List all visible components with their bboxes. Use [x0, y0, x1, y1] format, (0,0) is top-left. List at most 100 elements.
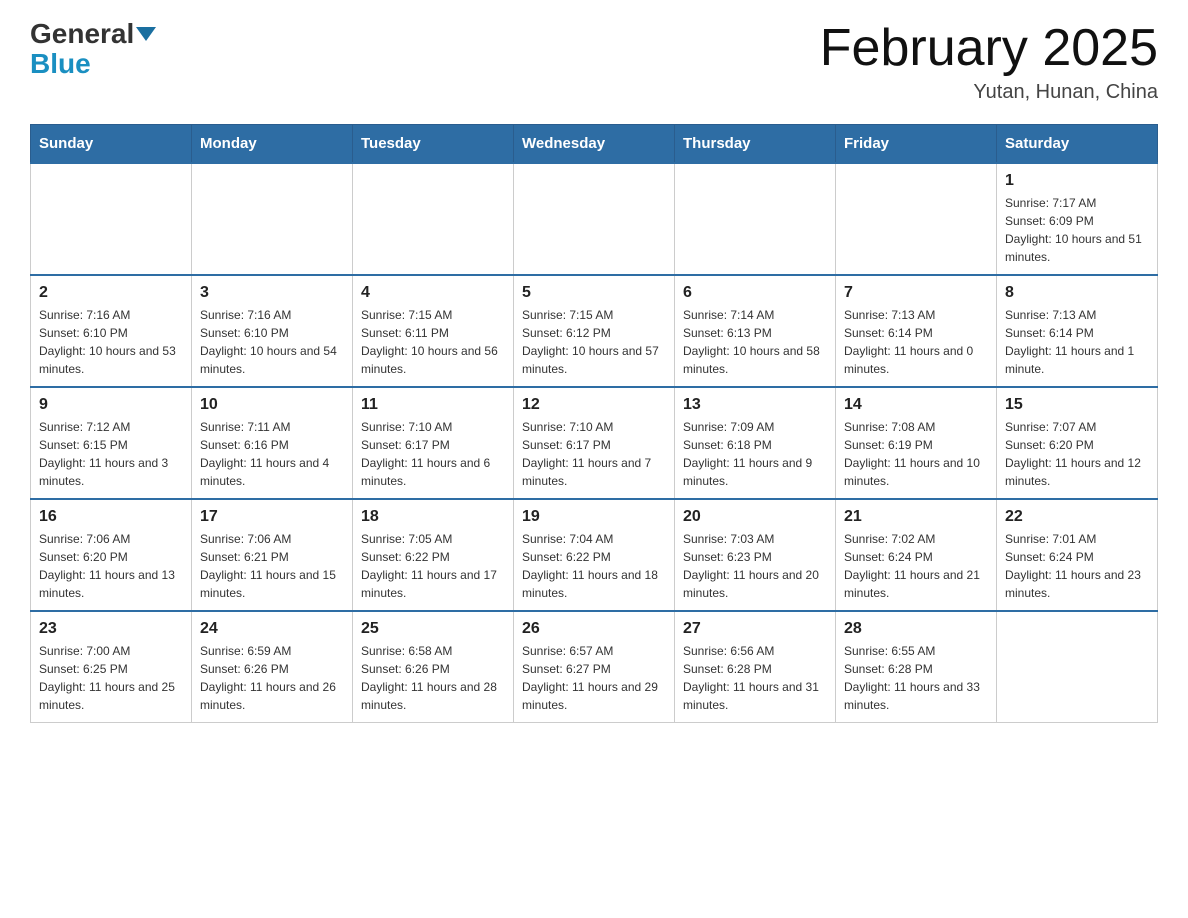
day-info: Sunrise: 7:12 AMSunset: 6:15 PMDaylight:…: [39, 418, 183, 490]
day-info: Sunrise: 6:57 AMSunset: 6:27 PMDaylight:…: [522, 642, 666, 714]
day-number: 14: [844, 396, 988, 414]
calendar-cell: 28 Sunrise: 6:55 AMSunset: 6:28 PMDayligh…: [836, 611, 997, 723]
day-number: 12: [522, 396, 666, 414]
logo-arrow-icon: [136, 27, 156, 41]
calendar-title: February 2025: [820, 20, 1158, 77]
calendar-cell: 16 Sunrise: 7:06 AMSunset: 6:20 PMDayligh…: [31, 499, 192, 611]
day-number: 3: [200, 284, 344, 302]
day-info: Sunrise: 7:10 AMSunset: 6:17 PMDaylight:…: [361, 418, 505, 490]
day-info: Sunrise: 6:55 AMSunset: 6:28 PMDaylight:…: [844, 642, 988, 714]
day-number: 25: [361, 620, 505, 638]
calendar-cell: 10 Sunrise: 7:11 AMSunset: 6:16 PMDayligh…: [192, 387, 353, 499]
day-number: 18: [361, 508, 505, 526]
day-info: Sunrise: 7:09 AMSunset: 6:18 PMDaylight:…: [683, 418, 827, 490]
day-info: Sunrise: 7:07 AMSunset: 6:20 PMDaylight:…: [1005, 418, 1149, 490]
day-info: Sunrise: 7:15 AMSunset: 6:12 PMDaylight:…: [522, 306, 666, 378]
calendar-cell: 14 Sunrise: 7:08 AMSunset: 6:19 PMDayligh…: [836, 387, 997, 499]
calendar-cell: 12 Sunrise: 7:10 AMSunset: 6:17 PMDayligh…: [514, 387, 675, 499]
calendar-cell: [192, 163, 353, 275]
day-info: Sunrise: 6:56 AMSunset: 6:28 PMDaylight:…: [683, 642, 827, 714]
calendar-cell: 19 Sunrise: 7:04 AMSunset: 6:22 PMDayligh…: [514, 499, 675, 611]
calendar-week-row: 9 Sunrise: 7:12 AMSunset: 6:15 PMDaylight…: [31, 387, 1158, 499]
day-number: 2: [39, 284, 183, 302]
day-info: Sunrise: 7:01 AMSunset: 6:24 PMDaylight:…: [1005, 530, 1149, 602]
day-number: 11: [361, 396, 505, 414]
calendar-cell: 22 Sunrise: 7:01 AMSunset: 6:24 PMDayligh…: [997, 499, 1158, 611]
day-number: 27: [683, 620, 827, 638]
calendar-cell: 24 Sunrise: 6:59 AMSunset: 6:26 PMDayligh…: [192, 611, 353, 723]
calendar-cell: 13 Sunrise: 7:09 AMSunset: 6:18 PMDayligh…: [675, 387, 836, 499]
calendar-table: SundayMondayTuesdayWednesdayThursdayFrid…: [30, 124, 1158, 723]
calendar-cell: 21Sunrise: 7:02 AMSunset: 6:24 PMDayligh…: [836, 499, 997, 611]
title-section: February 2025 Yutan, Hunan, China: [820, 20, 1158, 104]
column-header-sunday: Sunday: [31, 125, 192, 164]
day-info: Sunrise: 6:58 AMSunset: 6:26 PMDaylight:…: [361, 642, 505, 714]
day-number: 5: [522, 284, 666, 302]
calendar-cell: 11 Sunrise: 7:10 AMSunset: 6:17 PMDayligh…: [353, 387, 514, 499]
column-header-friday: Friday: [836, 125, 997, 164]
day-number: 24: [200, 620, 344, 638]
calendar-week-row: 2 Sunrise: 7:16 AMSunset: 6:10 PMDaylight…: [31, 275, 1158, 387]
day-number: 28: [844, 620, 988, 638]
column-header-monday: Monday: [192, 125, 353, 164]
day-number: 16: [39, 508, 183, 526]
day-number: 15: [1005, 396, 1149, 414]
calendar-cell: [514, 163, 675, 275]
calendar-cell: 23 Sunrise: 7:00 AMSunset: 6:25 PMDayligh…: [31, 611, 192, 723]
calendar-subtitle: Yutan, Hunan, China: [820, 81, 1158, 104]
column-header-wednesday: Wednesday: [514, 125, 675, 164]
day-info: Sunrise: 7:13 AMSunset: 6:14 PMDaylight:…: [844, 306, 988, 378]
calendar-cell: 2 Sunrise: 7:16 AMSunset: 6:10 PMDaylight…: [31, 275, 192, 387]
day-number: 23: [39, 620, 183, 638]
calendar-cell: [31, 163, 192, 275]
column-header-tuesday: Tuesday: [353, 125, 514, 164]
day-info: Sunrise: 7:17 AMSunset: 6:09 PMDaylight:…: [1005, 194, 1149, 266]
calendar-cell: 17 Sunrise: 7:06 AMSunset: 6:21 PMDayligh…: [192, 499, 353, 611]
calendar-cell: 25 Sunrise: 6:58 AMSunset: 6:26 PMDayligh…: [353, 611, 514, 723]
calendar-week-row: 23 Sunrise: 7:00 AMSunset: 6:25 PMDayligh…: [31, 611, 1158, 723]
day-info: Sunrise: 7:00 AMSunset: 6:25 PMDaylight:…: [39, 642, 183, 714]
day-info: Sunrise: 7:16 AMSunset: 6:10 PMDaylight:…: [39, 306, 183, 378]
day-number: 22: [1005, 508, 1149, 526]
calendar-cell: 8Sunrise: 7:13 AMSunset: 6:14 PMDaylight…: [997, 275, 1158, 387]
day-info: Sunrise: 7:11 AMSunset: 6:16 PMDaylight:…: [200, 418, 344, 490]
day-number: 4: [361, 284, 505, 302]
day-info: Sunrise: 7:06 AMSunset: 6:21 PMDaylight:…: [200, 530, 344, 602]
calendar-cell: 26 Sunrise: 6:57 AMSunset: 6:27 PMDayligh…: [514, 611, 675, 723]
calendar-header-row: SundayMondayTuesdayWednesdayThursdayFrid…: [31, 125, 1158, 164]
calendar-cell: 3 Sunrise: 7:16 AMSunset: 6:10 PMDaylight…: [192, 275, 353, 387]
day-info: Sunrise: 7:03 AMSunset: 6:23 PMDaylight:…: [683, 530, 827, 602]
calendar-cell: 1 Sunrise: 7:17 AMSunset: 6:09 PMDaylight…: [997, 163, 1158, 275]
calendar-cell: 7 Sunrise: 7:13 AMSunset: 6:14 PMDaylight…: [836, 275, 997, 387]
day-number: 10: [200, 396, 344, 414]
logo-general-text: General: [30, 20, 156, 48]
calendar-cell: 5 Sunrise: 7:15 AMSunset: 6:12 PMDaylight…: [514, 275, 675, 387]
day-number: 17: [200, 508, 344, 526]
day-info: Sunrise: 6:59 AMSunset: 6:26 PMDaylight:…: [200, 642, 344, 714]
calendar-cell: [353, 163, 514, 275]
calendar-week-row: 1 Sunrise: 7:17 AMSunset: 6:09 PMDaylight…: [31, 163, 1158, 275]
day-info: Sunrise: 7:16 AMSunset: 6:10 PMDaylight:…: [200, 306, 344, 378]
day-number: 19: [522, 508, 666, 526]
calendar-cell: 15 Sunrise: 7:07 AMSunset: 6:20 PMDayligh…: [997, 387, 1158, 499]
day-info: Sunrise: 7:15 AMSunset: 6:11 PMDaylight:…: [361, 306, 505, 378]
day-info: Sunrise: 7:02 AMSunset: 6:24 PMDaylight:…: [844, 530, 988, 602]
day-number: 13: [683, 396, 827, 414]
day-info: Sunrise: 7:13 AMSunset: 6:14 PMDaylight:…: [1005, 306, 1149, 378]
calendar-cell: 4 Sunrise: 7:15 AMSunset: 6:11 PMDaylight…: [353, 275, 514, 387]
logo-blue-text: Blue: [30, 50, 91, 78]
day-number: 6: [683, 284, 827, 302]
day-number: 1: [1005, 172, 1149, 190]
day-info: Sunrise: 7:10 AMSunset: 6:17 PMDaylight:…: [522, 418, 666, 490]
day-info: Sunrise: 7:05 AMSunset: 6:22 PMDaylight:…: [361, 530, 505, 602]
calendar-cell: 9 Sunrise: 7:12 AMSunset: 6:15 PMDaylight…: [31, 387, 192, 499]
day-number: 26: [522, 620, 666, 638]
day-number: 9: [39, 396, 183, 414]
calendar-week-row: 16 Sunrise: 7:06 AMSunset: 6:20 PMDayligh…: [31, 499, 1158, 611]
column-header-saturday: Saturday: [997, 125, 1158, 164]
day-info: Sunrise: 7:08 AMSunset: 6:19 PMDaylight:…: [844, 418, 988, 490]
day-info: Sunrise: 7:14 AMSunset: 6:13 PMDaylight:…: [683, 306, 827, 378]
day-number: 7: [844, 284, 988, 302]
day-info: Sunrise: 7:04 AMSunset: 6:22 PMDaylight:…: [522, 530, 666, 602]
day-info: Sunrise: 7:06 AMSunset: 6:20 PMDaylight:…: [39, 530, 183, 602]
